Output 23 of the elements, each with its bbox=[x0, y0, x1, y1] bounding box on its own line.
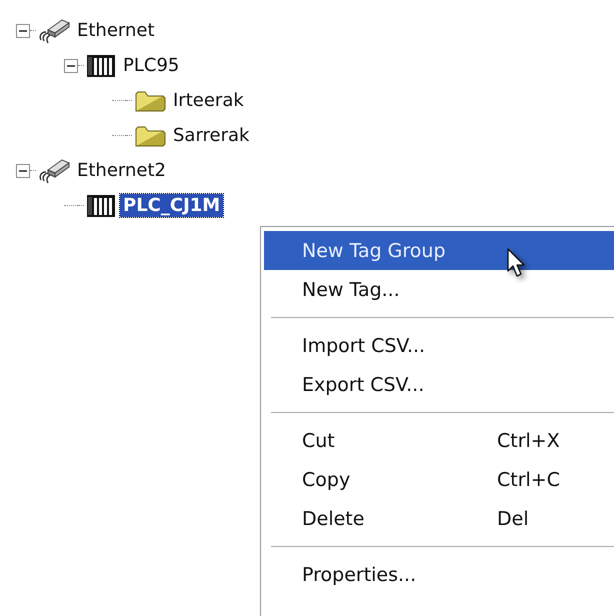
menu-item[interactable]: Copy Ctrl+C bbox=[264, 460, 614, 499]
plc-rack-icon bbox=[86, 194, 116, 218]
collapse-toggle-icon[interactable] bbox=[16, 24, 30, 38]
collapse-toggle-icon[interactable] bbox=[16, 164, 30, 178]
collapse-toggle-icon[interactable] bbox=[64, 58, 78, 72]
menu-item[interactable]: Import CSV... bbox=[264, 326, 614, 365]
tree-item[interactable]: PLC95 bbox=[120, 54, 182, 77]
tree-item[interactable]: Irteerak bbox=[170, 89, 247, 112]
menu-item[interactable]: Export CSV... bbox=[264, 365, 614, 404]
tree-item[interactable]: PLC_CJ1M bbox=[120, 194, 224, 217]
menu-item[interactable]: Properties... bbox=[264, 555, 614, 594]
network-adapter-icon bbox=[38, 18, 70, 44]
tree-item[interactable]: Ethernet2 bbox=[74, 159, 169, 182]
plc-rack-icon bbox=[86, 54, 116, 78]
network-adapter-icon bbox=[38, 158, 70, 184]
folder-icon bbox=[134, 88, 166, 112]
folder-icon bbox=[134, 124, 166, 148]
menu-item[interactable]: New Tag Group bbox=[264, 231, 614, 270]
tree-item[interactable]: Sarrerak bbox=[170, 124, 252, 147]
menu-item[interactable]: Cut Ctrl+X bbox=[264, 421, 614, 460]
menu-item[interactable]: Delete Del bbox=[264, 499, 614, 538]
tree-item[interactable]: Ethernet bbox=[74, 19, 158, 42]
menu-item[interactable]: New Tag... bbox=[264, 270, 614, 309]
